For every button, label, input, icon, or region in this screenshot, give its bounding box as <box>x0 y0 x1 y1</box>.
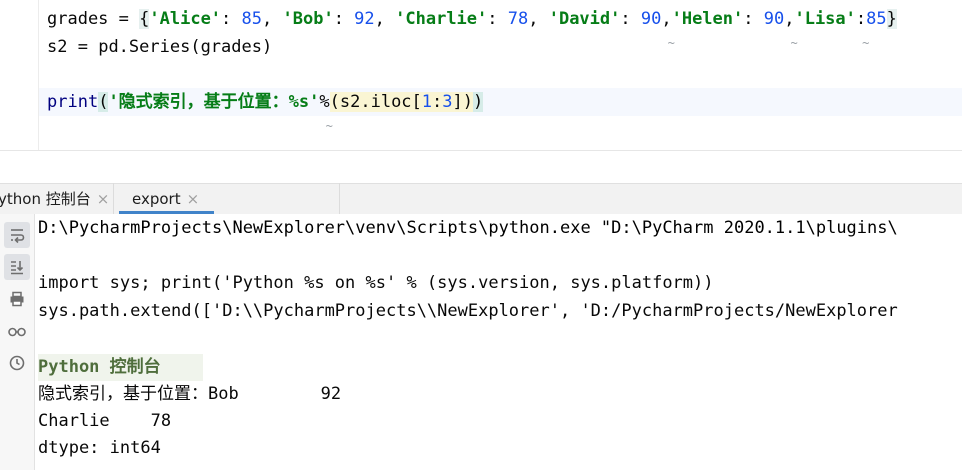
console-line-command: D:\PycharmProjects\NewExplorer\venv\Scri… <box>38 218 898 238</box>
code-token-expr: ]) <box>452 92 474 112</box>
dict-key: 'Alice' <box>149 9 222 29</box>
code-token-builtin: print <box>47 92 99 112</box>
tab-label: ython 控制台 <box>0 190 91 208</box>
dict-key: 'Charlie' <box>395 9 488 29</box>
dict-key: 'Bob' <box>282 9 334 29</box>
code-token-paren: ) <box>261 37 273 57</box>
tab-separator <box>113 183 114 214</box>
code-token-expr: s2.iloc[ <box>339 92 422 112</box>
code-token-paren: ( <box>329 92 340 112</box>
rerun-icon <box>11 229 25 244</box>
code-token-paren: ( <box>98 92 109 112</box>
code-token-number: 1 <box>421 92 433 112</box>
tab-python-console[interactable]: ython 控制台 × <box>0 184 115 215</box>
glasses-icon <box>8 327 26 337</box>
editor-empty-area <box>0 151 962 183</box>
code-token-number: 3 <box>442 92 453 112</box>
print-icon <box>10 291 24 307</box>
code-token-string: '隐式索引，基于位置：%s' <box>108 92 320 112</box>
console-line-import: import sys; print('Python %s on %s' % (s… <box>38 273 714 293</box>
code-token-paren: ) <box>473 92 484 112</box>
dict-value: 78 <box>507 9 529 29</box>
console-output[interactable]: D:\PycharmProjects\NewExplorer\venv\Scri… <box>35 214 962 470</box>
close-icon[interactable]: × <box>97 190 110 208</box>
code-line-series[interactable]: s2 = pd.Series(grades) <box>47 34 272 60</box>
code-token-op: % <box>319 92 330 112</box>
code-token-var: s2 <box>47 37 68 57</box>
scroll-to-end-button[interactable] <box>4 254 30 280</box>
highlighted-expression: (s2.iloc[1:3]) <box>329 92 474 112</box>
code-editor[interactable]: grades = {'Alice': 85, 'Bob': 92, 'Charl… <box>0 0 962 150</box>
console-line-sys-path: sys.path.extend(['D:\\PycharmProjects\\N… <box>38 301 898 321</box>
code-token-op: = <box>67 37 99 57</box>
scroll-to-end-icon <box>11 261 24 275</box>
console-output-line: Charlie 78 <box>38 411 172 431</box>
code-line-print[interactable]: print('隐式索引，基于位置：%s'%(s2.iloc[1:3])) <box>47 89 484 139</box>
run-toolbar <box>0 214 35 470</box>
show-variables-button[interactable] <box>4 318 30 344</box>
dict-value: 90 <box>640 9 662 29</box>
soft-wrap-button[interactable] <box>4 222 30 248</box>
dict-value: 85 <box>866 9 887 29</box>
tab-label: export <box>132 190 181 208</box>
history-icon <box>9 355 25 371</box>
console-history-button[interactable] <box>4 350 30 376</box>
console-output-line: 隐式索引，基于位置：Bob 92 <box>38 384 342 404</box>
dict-key: 'David' <box>548 9 621 29</box>
console-header-python-console: Python 控制台 <box>38 357 161 377</box>
code-token-brace: } <box>886 9 897 29</box>
print-button[interactable] <box>4 286 30 312</box>
editor-gutter <box>0 0 39 150</box>
dict-key: 'Lisa' <box>794 9 856 29</box>
console-output-line: dtype: int64 <box>38 438 161 458</box>
code-line-grades[interactable]: grades = {'Alice': 85, 'Bob': 92, 'Charl… <box>47 6 897 56</box>
dict-value: 92 <box>354 9 375 29</box>
code-token-arg: grades <box>200 37 262 57</box>
dict-value: 90 <box>763 9 785 29</box>
dict-value: 85 <box>241 9 263 29</box>
code-token-var: grades <box>47 9 109 29</box>
code-token-call: pd.Series( <box>98 37 201 57</box>
code-token-op: = <box>108 9 140 29</box>
close-icon[interactable]: × <box>187 190 200 208</box>
code-token-op: : <box>432 92 443 112</box>
dict-key: 'Helen' <box>671 9 744 29</box>
tab-separator <box>339 183 340 214</box>
code-token-brace: { <box>139 9 150 29</box>
